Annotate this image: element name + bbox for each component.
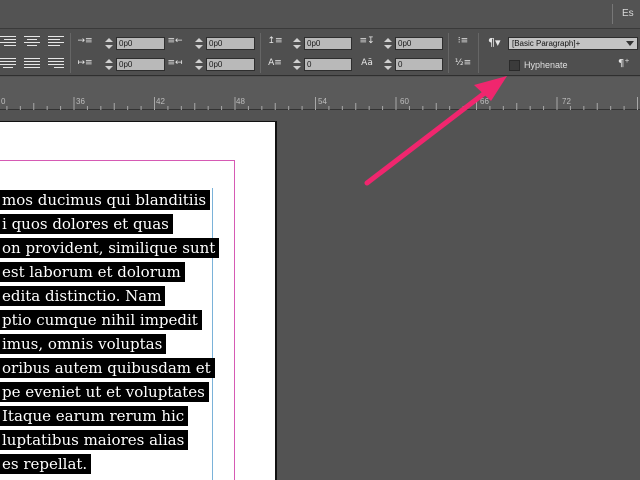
drop-cap-chars-icon: Aā (361, 58, 373, 68)
right-indent-stepper[interactable] (194, 37, 204, 50)
panel-divider (70, 33, 71, 73)
drop-cap-chars-stepper[interactable] (383, 58, 393, 71)
hyphenate-checkbox[interactable] (509, 60, 520, 71)
ruler-mark: 54 (318, 97, 327, 106)
right-indent-icon: ≡← (167, 36, 183, 46)
drop-cap-lines-icon: A≡ (268, 58, 282, 68)
application-bar: Es (0, 0, 640, 29)
text-line[interactable]: es repellat. (0, 453, 219, 477)
horizontal-ruler[interactable]: 0 36 42 48 54 60 66 72 (0, 77, 640, 110)
text-line[interactable]: ptio cumque nihil impedit (0, 309, 219, 333)
first-line-indent-stepper[interactable] (104, 58, 114, 71)
space-after-stepper[interactable] (383, 37, 393, 50)
ruler-mark: 72 (562, 97, 571, 106)
ruler-mark: 60 (400, 97, 409, 106)
justify-center-icon[interactable] (0, 58, 16, 70)
drop-cap-lines-field[interactable]: 0 (304, 58, 352, 71)
last-line-indent-field[interactable]: 0p0 (206, 58, 255, 71)
text-line[interactable]: mos ducimus qui blanditiis (0, 189, 219, 213)
last-line-indent-stepper[interactable] (194, 58, 204, 71)
ruler-mark: 48 (236, 97, 245, 106)
text-line[interactable]: edita distinctio. Nam (0, 285, 219, 309)
space-before-stepper[interactable] (292, 37, 302, 50)
right-indent-field[interactable]: 0p0 (206, 37, 255, 50)
drop-cap-lines-stepper[interactable] (292, 58, 302, 71)
ruler-mark: 0 (1, 97, 6, 106)
justify-all-icon[interactable] (24, 58, 40, 70)
first-line-indent-field[interactable]: 0p0 (116, 58, 165, 71)
text-line[interactable]: imus, omnis voluptas (0, 333, 219, 357)
left-indent-icon: →≡ (77, 36, 93, 46)
drop-cap-chars-field[interactable]: 0 (395, 58, 443, 71)
text-line[interactable]: Itaque earum rerum hic (0, 405, 219, 429)
clear-overrides-icon[interactable]: ¶⁺ (618, 58, 630, 69)
ruler-mark: 66 (480, 97, 489, 106)
space-after-icon: ≡↧ (359, 36, 375, 46)
panel-divider (260, 33, 261, 73)
hyphenate-label: Hyphenate (524, 60, 568, 70)
panel-divider (448, 33, 449, 73)
space-before-icon: ↥≡ (267, 36, 283, 46)
paragraph-style-dropdown[interactable]: [Basic Paragraph]+ (508, 37, 638, 50)
text-line[interactable]: est laborum et dolorum (0, 261, 219, 285)
last-line-indent-icon: ≡↤ (167, 58, 183, 68)
align-right-icon[interactable] (0, 36, 16, 48)
ruler-mark: 36 (76, 97, 85, 106)
text-line[interactable]: luptatibus maiores alias (0, 429, 219, 453)
text-line[interactable]: on provident, similique sunt (0, 237, 220, 261)
align-away-spine-icon[interactable] (48, 58, 64, 70)
workspace-label[interactable]: Es (622, 8, 634, 19)
bulleted-list-icon[interactable]: ⁝≡ (454, 34, 472, 48)
align-towards-spine-icon[interactable] (48, 36, 64, 48)
text-line[interactable]: pe eveniet ut et voluptates (0, 381, 219, 405)
text-frame[interactable]: mos ducimus qui blanditiis i quos dolore… (0, 189, 220, 477)
first-line-indent-icon: ↦≡ (77, 58, 93, 68)
top-bar-divider (612, 4, 613, 24)
text-line[interactable]: oribus autem quibusdam et (0, 357, 219, 381)
chevron-down-icon[interactable] (626, 41, 634, 46)
align-center-icon[interactable] (24, 36, 40, 48)
space-after-field[interactable]: 0p0 (395, 37, 443, 50)
panel-divider (478, 33, 479, 73)
text-line[interactable]: i quos dolores et quas (0, 213, 219, 237)
numbered-list-icon[interactable]: ½≡ (454, 56, 472, 70)
left-indent-stepper[interactable] (104, 37, 114, 50)
paragraph-style-value: [Basic Paragraph]+ (512, 39, 581, 48)
space-before-field[interactable]: 0p0 (304, 37, 352, 50)
ruler-mark: 42 (156, 97, 165, 106)
left-indent-field[interactable]: 0p0 (116, 37, 165, 50)
paragraph-style-icon: ¶▾ (488, 36, 501, 49)
